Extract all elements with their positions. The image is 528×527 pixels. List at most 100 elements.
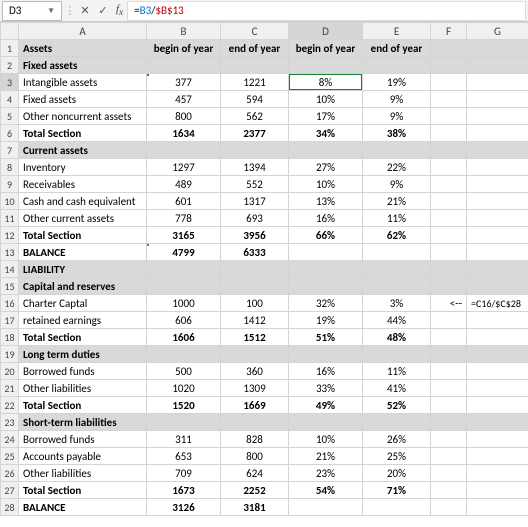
cell-F25[interactable]	[431, 448, 467, 465]
cell-G20[interactable]	[467, 363, 528, 380]
cell-E6[interactable]: 38%	[363, 125, 431, 142]
row-header[interactable]: 1	[1, 40, 19, 57]
row-header[interactable]: 24	[1, 431, 19, 448]
cell-C5[interactable]: 562	[221, 108, 289, 125]
cell-D19[interactable]	[289, 346, 363, 363]
cell-B25[interactable]: 653	[147, 448, 221, 465]
row-header[interactable]: 6	[1, 125, 19, 142]
cell-A22[interactable]: Total Section	[19, 397, 147, 414]
cell-G25[interactable]	[467, 448, 528, 465]
cell-E3[interactable]: 19%	[363, 74, 431, 91]
cell-G9[interactable]	[467, 176, 528, 193]
cell-A2[interactable]: Fixed assets	[19, 57, 147, 74]
cell-G27[interactable]	[467, 482, 528, 499]
cell-B23[interactable]	[147, 414, 221, 431]
cell-B17[interactable]: 606	[147, 312, 221, 329]
cell-E1[interactable]: end of year	[363, 40, 431, 57]
cell-E11[interactable]: 11%	[363, 210, 431, 227]
cell-G22[interactable]	[467, 397, 528, 414]
cell-C1[interactable]: end of year	[221, 40, 289, 57]
spreadsheet-grid[interactable]: A B C D E F G 1Assetsbegin of yearend of…	[0, 22, 528, 516]
dropdown-icon[interactable]: ▼	[47, 6, 55, 16]
cell-C23[interactable]	[221, 414, 289, 431]
cell-E9[interactable]: 9%	[363, 176, 431, 193]
cell-A28[interactable]: BALANCE	[19, 499, 147, 516]
cell-E5[interactable]: 9%	[363, 108, 431, 125]
cell-E14[interactable]	[363, 261, 431, 278]
row-header[interactable]: 4	[1, 91, 19, 108]
row-header[interactable]: 22	[1, 397, 19, 414]
cell-A15[interactable]: Capital and reserves	[19, 278, 147, 295]
cell-C3[interactable]: 1221	[221, 74, 289, 91]
cell-A7[interactable]: Current assets	[19, 142, 147, 159]
cell-B19[interactable]	[147, 346, 221, 363]
cell-E10[interactable]: 21%	[363, 193, 431, 210]
cell-B3[interactable]: 377	[147, 74, 221, 91]
cell-A21[interactable]: Other liabilities	[19, 380, 147, 397]
cell-B4[interactable]: 457	[147, 91, 221, 108]
cell-D18[interactable]: 51%	[289, 329, 363, 346]
cell-G24[interactable]	[467, 431, 528, 448]
cell-E7[interactable]	[363, 142, 431, 159]
cell-F1[interactable]	[431, 40, 467, 57]
cell-C9[interactable]: 552	[221, 176, 289, 193]
cell-E2[interactable]	[363, 57, 431, 74]
cell-G28[interactable]	[467, 499, 528, 516]
col-header-D[interactable]: D	[289, 23, 363, 40]
cell-C12[interactable]: 3956	[221, 227, 289, 244]
row-header[interactable]: 8	[1, 159, 19, 176]
cell-D3[interactable]: 8%	[289, 74, 363, 91]
cell-F10[interactable]	[431, 193, 467, 210]
cell-F8[interactable]	[431, 159, 467, 176]
cell-F3[interactable]	[431, 74, 467, 91]
cell-E22[interactable]: 52%	[363, 397, 431, 414]
cell-D6[interactable]: 34%	[289, 125, 363, 142]
cell-B16[interactable]: 1000	[147, 295, 221, 312]
cell-F16[interactable]: <--	[431, 295, 467, 312]
cell-F12[interactable]	[431, 227, 467, 244]
cell-D15[interactable]	[289, 278, 363, 295]
name-box[interactable]: D3 ▼	[2, 1, 62, 21]
cell-G11[interactable]	[467, 210, 528, 227]
cell-D13[interactable]	[289, 244, 363, 261]
cell-F22[interactable]	[431, 397, 467, 414]
cell-A24[interactable]: Borrowed funds	[19, 431, 147, 448]
cell-C6[interactable]: 2377	[221, 125, 289, 142]
cell-A26[interactable]: Other liabilities	[19, 465, 147, 482]
cell-F4[interactable]	[431, 91, 467, 108]
cell-C13[interactable]: 6333	[221, 244, 289, 261]
cell-D2[interactable]	[289, 57, 363, 74]
cell-D17[interactable]: 19%	[289, 312, 363, 329]
cell-D12[interactable]: 66%	[289, 227, 363, 244]
row-header[interactable]: 18	[1, 329, 19, 346]
cell-D16[interactable]: 32%	[289, 295, 363, 312]
cell-C19[interactable]	[221, 346, 289, 363]
cell-F28[interactable]	[431, 499, 467, 516]
row-header[interactable]: 2	[1, 57, 19, 74]
cell-C4[interactable]: 594	[221, 91, 289, 108]
cell-A10[interactable]: Cash and cash equivalent	[19, 193, 147, 210]
cell-G3[interactable]	[467, 74, 528, 91]
cell-B8[interactable]: 1297	[147, 159, 221, 176]
select-all-corner[interactable]	[1, 23, 19, 40]
cell-C26[interactable]: 624	[221, 465, 289, 482]
cell-G26[interactable]	[467, 465, 528, 482]
cell-C8[interactable]: 1394	[221, 159, 289, 176]
cell-B14[interactable]	[147, 261, 221, 278]
cell-C22[interactable]: 1669	[221, 397, 289, 414]
cell-C14[interactable]	[221, 261, 289, 278]
cell-D14[interactable]	[289, 261, 363, 278]
cell-F7[interactable]	[431, 142, 467, 159]
cell-D10[interactable]: 13%	[289, 193, 363, 210]
cell-E8[interactable]: 22%	[363, 159, 431, 176]
cell-C28[interactable]: 3181	[221, 499, 289, 516]
cell-B6[interactable]: 1634	[147, 125, 221, 142]
cell-B9[interactable]: 489	[147, 176, 221, 193]
cell-F5[interactable]	[431, 108, 467, 125]
row-header[interactable]: 14	[1, 261, 19, 278]
cell-B21[interactable]: 1020	[147, 380, 221, 397]
row-header[interactable]: 12	[1, 227, 19, 244]
cell-G4[interactable]	[467, 91, 528, 108]
cell-G5[interactable]	[467, 108, 528, 125]
cell-B2[interactable]	[147, 57, 221, 74]
